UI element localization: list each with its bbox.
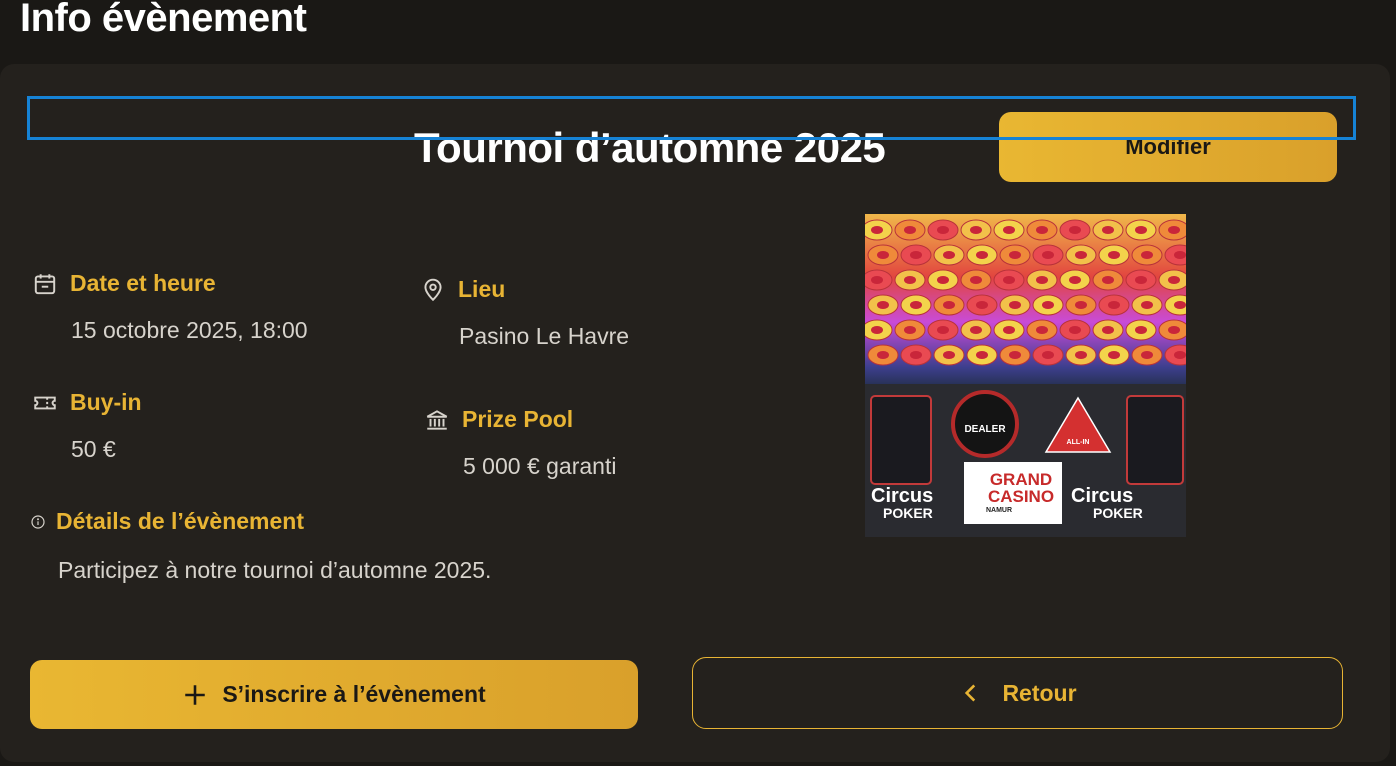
date-label: Date et heure [70,270,216,296]
poker-chip-center [1168,326,1180,334]
details-label: Détails de l’évènement [56,508,304,534]
event-title: Tournoi d’automne 2025 [414,124,886,171]
poker-chip-center [943,351,955,359]
buyin-value: 50 € [71,436,116,462]
register-label: S’inscrire à l’évènement [222,681,486,707]
namur-text: NAMUR [986,507,1012,514]
poker-chip-center [1168,226,1180,234]
back-button[interactable]: Retour [692,657,1343,729]
poker-chip-center [1003,226,1015,234]
poker-chip-center [1009,351,1021,359]
poker-chip-center [1168,276,1180,284]
location-label: Lieu [458,276,506,302]
poker-chip-center [1036,226,1048,234]
date-block: Date et heure 15 octobre 2025, 18:00 [32,270,308,344]
buyin-block: Buy-in 50 € [32,389,142,463]
poker-chip-center [1141,351,1153,359]
poker-chip-center [937,226,949,234]
info-icon [30,514,46,530]
prize-label: Prize Pool [462,406,574,432]
date-value: 15 octobre 2025, 18:00 [71,317,308,343]
poker-chip-center [976,251,988,259]
poker-chip-center [1009,301,1021,309]
poker-chip-center [1036,276,1048,284]
map-pin-icon [420,277,446,303]
poker-chip-center [976,301,988,309]
poker-chip-center [1108,351,1120,359]
allin-text: ALL-IN [1067,439,1090,446]
plus-icon [182,682,208,708]
poker-chip-center [943,301,955,309]
details-value: Participez à notre tournoi d’automne 202… [58,557,492,583]
poker-chip-center [1075,251,1087,259]
poker-chip-center [1003,326,1015,334]
poker-chip-center [1135,226,1147,234]
poker-chip-center [1102,226,1114,234]
calendar-icon [32,271,58,297]
poker-chip-center [970,326,982,334]
edit-button[interactable]: Modifier [999,112,1337,182]
location-block: Lieu Pasino Le Havre [420,276,629,350]
poker-chip-center [1042,351,1054,359]
ticket-icon [32,390,58,416]
poker-chip-center [1108,251,1120,259]
poker-chip-center [1042,301,1054,309]
event-image-art: DEALER ALL-IN GRAND CASINO NAMUR Circus … [865,214,1186,537]
back-label: Retour [1002,679,1077,706]
poker-chip-center [904,226,916,234]
bank-icon [424,407,450,433]
poker-chip-center [1174,251,1186,259]
poker-chip-center [1009,251,1021,259]
poker-chip-center [1141,301,1153,309]
poker-chip-center [1075,351,1087,359]
poker-chip-center [871,226,883,234]
poker-chip-center [910,351,922,359]
poker-chip-center [910,251,922,259]
poker-chip-center [1003,276,1015,284]
poker-chip-center [1069,276,1081,284]
poker-chip-center [970,226,982,234]
poker-chip-center [871,326,883,334]
poker-chip-center [877,351,889,359]
poker-chip-center [1174,351,1186,359]
circus-logo-right: Circus [1071,485,1133,507]
poker-chip-center [871,276,883,284]
chevron-left-icon [958,680,984,706]
poker-chip-center [943,251,955,259]
poker-chip-center [1102,276,1114,284]
poker-chip-center [1102,326,1114,334]
poker-chip-center [1036,326,1048,334]
casino-text: CASINO [988,487,1054,506]
poker-chip-center [904,326,916,334]
poker-chip-center [1135,276,1147,284]
poker-chip-center [910,301,922,309]
poker-logo-right: POKER [1093,505,1143,521]
poker-chip-center [877,301,889,309]
prize-block: Prize Pool 5 000 € garanti [424,406,616,480]
circus-logo-left: Circus [871,485,933,507]
poker-chip-center [1069,226,1081,234]
poker-chip-center [1042,251,1054,259]
poker-chip-center [937,326,949,334]
poker-logo-left: POKER [883,505,933,521]
page-title: Info évènement [20,0,307,40]
poker-chip-center [877,251,889,259]
poker-chip-center [937,276,949,284]
location-value: Pasino Le Havre [459,323,630,349]
poker-chip-center [1069,326,1081,334]
event-image: DEALER ALL-IN GRAND CASINO NAMUR Circus … [865,214,1186,537]
buyin-label: Buy-in [70,389,142,415]
poker-chip-center [904,276,916,284]
poker-chip-center [1174,301,1186,309]
poker-chip-center [1108,301,1120,309]
dealer-button-text: DEALER [964,424,1006,435]
poker-chip-center [976,351,988,359]
details-block: Détails de l’évènement Participez à notr… [30,508,491,584]
poker-chip-center [1135,326,1147,334]
prize-value: 5 000 € garanti [463,453,617,479]
poker-chip-center [970,276,982,284]
register-button[interactable]: S’inscrire à l’évènement [30,660,638,729]
poker-chip-center [1075,301,1087,309]
poker-chip-center [1141,251,1153,259]
